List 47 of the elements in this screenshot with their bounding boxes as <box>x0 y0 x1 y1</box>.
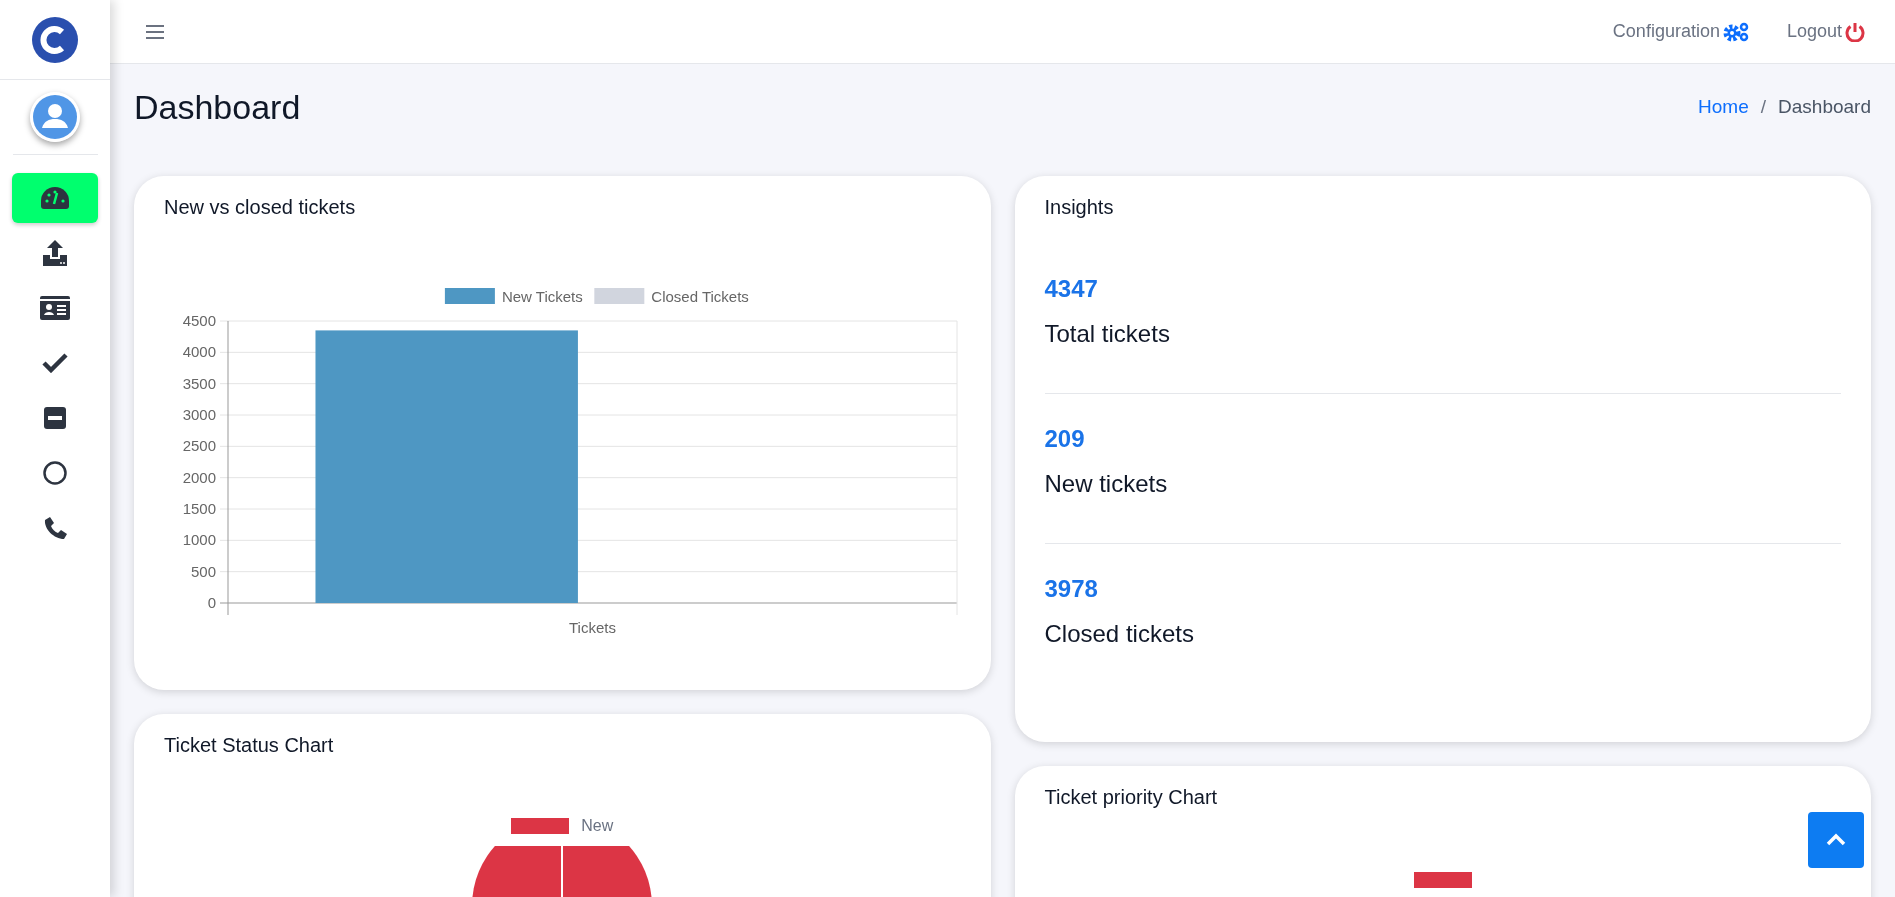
insight-value: 209 <box>1044 424 1086 454</box>
sidebar-nav-item[interactable] <box>12 173 98 223</box>
insight-label: New tickets <box>1044 469 1169 499</box>
axis-tick-label: 3500 <box>182 374 216 392</box>
insight-label: Total tickets <box>1044 319 1171 349</box>
circle-icon <box>43 461 67 485</box>
gears-icon <box>1722 21 1749 42</box>
scroll-top-button[interactable] <box>1808 812 1864 868</box>
axis-tick-label: 2000 <box>182 468 216 486</box>
legend-swatch <box>594 288 645 304</box>
configuration-link[interactable]: Configuration <box>1612 18 1749 45</box>
card-title: Ticket Status Chart <box>163 733 335 758</box>
upload-icon <box>42 240 68 266</box>
axis-tick-label: 1000 <box>182 531 216 549</box>
check-icon <box>42 353 68 373</box>
breadcrumb-current: Dashboard <box>1778 94 1871 119</box>
axis-tick-label: 3000 <box>182 406 216 423</box>
insight-label: Closed tickets <box>1044 619 1195 649</box>
logo-icon <box>32 16 78 63</box>
axis-tick-label: 4500 <box>182 312 216 329</box>
breadcrumb-link[interactable]: Home <box>1698 92 1749 122</box>
chevron-up-icon <box>1825 833 1847 847</box>
page-title: Dashboard <box>134 86 301 128</box>
axis-tick-label: 4000 <box>182 343 216 361</box>
card-title: Ticket priority Chart <box>1044 785 1219 810</box>
legend-label[interactable]: New <box>581 818 614 834</box>
insight-value: 3978 <box>1044 574 1099 604</box>
axis-tick-label: 500 <box>190 562 216 580</box>
power-icon <box>1845 21 1865 42</box>
phone-icon <box>43 516 67 540</box>
axis-category-label: Tickets <box>569 619 616 636</box>
minus-square-icon <box>44 407 66 429</box>
legend-label[interactable]: New Tickets <box>501 288 583 305</box>
breadcrumb-separator: / <box>1759 94 1768 119</box>
menu-icon[interactable] <box>146 24 164 39</box>
legend-swatch <box>444 288 495 304</box>
gauge-icon <box>41 187 69 209</box>
id-card-icon <box>40 296 70 320</box>
avatar-icon[interactable] <box>30 92 80 142</box>
axis-tick-label: 2500 <box>182 437 216 455</box>
axis-tick-label: 0 <box>207 594 216 611</box>
card-title: New vs closed tickets <box>163 195 357 220</box>
axis-tick-label: 1500 <box>182 500 216 517</box>
card-title: Insights <box>1044 195 1115 220</box>
legend-label[interactable]: Closed Tickets <box>651 288 749 305</box>
logout-link[interactable]: Logout <box>1786 18 1865 45</box>
insight-value: 4347 <box>1044 274 1099 304</box>
